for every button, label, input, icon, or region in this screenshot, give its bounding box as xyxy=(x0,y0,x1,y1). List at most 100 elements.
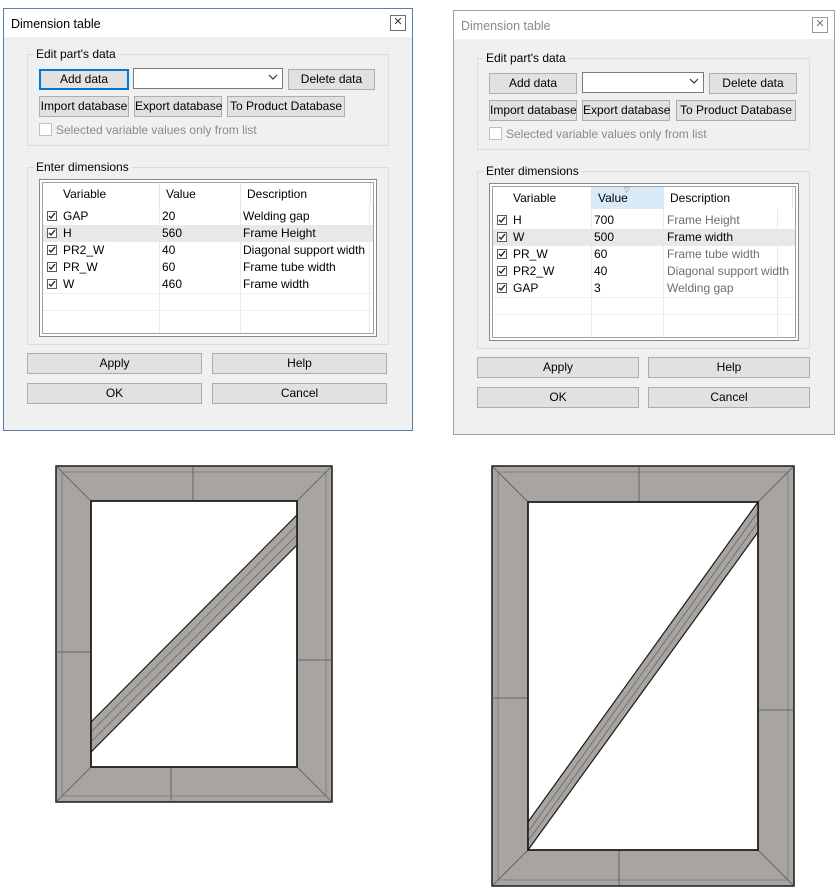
add-data-button[interactable]: Add data xyxy=(489,73,577,94)
table-row[interactable]: PR2_W 40 Diagonal support width xyxy=(493,263,795,280)
sort-indicator-icon: ▽ xyxy=(624,187,630,194)
title-bar[interactable]: Dimension table ✕ xyxy=(454,11,834,39)
variable-cell: H xyxy=(513,213,522,227)
value-cell[interactable]: 3 xyxy=(594,280,601,297)
row-checkbox[interactable] xyxy=(47,245,57,255)
table-row[interactable]: PR_W 60 Frame tube width xyxy=(43,259,373,276)
variable-cell: H xyxy=(63,226,72,240)
import-database-button[interactable]: Import database xyxy=(39,96,129,117)
row-divider xyxy=(43,293,373,294)
selected-only-checkbox[interactable]: Selected variable values only from list xyxy=(489,127,707,141)
row-checkbox[interactable] xyxy=(47,262,57,272)
data-combo[interactable] xyxy=(582,72,704,93)
table-row[interactable]: PR2_W 40 Diagonal support width xyxy=(43,242,373,259)
row-checkbox[interactable] xyxy=(47,279,57,289)
description-cell: Frame Height xyxy=(667,213,740,227)
value-cell[interactable]: 40 xyxy=(162,242,175,259)
table-row[interactable]: GAP 3 Welding gap xyxy=(493,280,795,297)
row-checkbox[interactable] xyxy=(497,266,507,276)
value-cell[interactable]: 20 xyxy=(162,208,175,225)
to-product-database-button[interactable]: To Product Database xyxy=(227,96,345,117)
dimension-table-dialog-right: Dimension table ✕ Edit part's data Add d… xyxy=(453,10,835,435)
row-checkbox[interactable] xyxy=(47,228,57,238)
variable-cell: W xyxy=(63,277,75,291)
table-row[interactable]: W 460 Frame width xyxy=(43,276,373,293)
diagonal-support xyxy=(90,513,298,754)
value-cell[interactable]: 560 xyxy=(162,225,182,242)
export-database-button[interactable]: Export database xyxy=(134,96,222,117)
value-cell[interactable]: 500 xyxy=(594,229,614,246)
table-row[interactable]: H 560 Frame Height xyxy=(43,225,373,242)
description-cell: Frame width xyxy=(667,230,734,244)
variable-cell: PR2_W xyxy=(63,243,105,257)
column-header-value[interactable]: ▽ Value xyxy=(592,187,664,209)
delete-data-button[interactable]: Delete data xyxy=(288,69,375,90)
table-row[interactable]: W 500 Frame width xyxy=(493,229,795,246)
dialog-title: Dimension table xyxy=(461,19,551,33)
help-button[interactable]: Help xyxy=(212,353,387,374)
description-cell: Welding gap xyxy=(243,209,310,223)
ok-button[interactable]: OK xyxy=(27,383,202,404)
variable-cell: W xyxy=(513,230,525,244)
variable-cell: PR2_W xyxy=(513,264,555,278)
data-combo[interactable] xyxy=(133,68,283,89)
apply-button[interactable]: Apply xyxy=(477,357,639,378)
column-header-value[interactable]: Value xyxy=(160,183,241,205)
value-cell[interactable]: 700 xyxy=(594,212,614,229)
row-checkbox[interactable] xyxy=(497,249,507,259)
close-icon[interactable]: ✕ xyxy=(390,15,406,31)
grid-body: Variable ▽ Value Description H 700 Frame… xyxy=(492,186,796,338)
table-row[interactable]: PR_W 60 Frame tube width xyxy=(493,246,795,263)
group-label: Enter dimensions xyxy=(484,164,581,178)
description-cell: Diagonal support width xyxy=(667,264,790,278)
delete-data-button[interactable]: Delete data xyxy=(709,73,797,94)
value-cell[interactable]: 60 xyxy=(162,259,175,276)
selected-only-label: Selected variable values only from list xyxy=(506,127,707,141)
row-checkbox[interactable] xyxy=(497,283,507,293)
column-header-variable[interactable]: Variable xyxy=(43,183,160,205)
row-checkbox[interactable] xyxy=(497,232,507,242)
description-cell: Welding gap xyxy=(667,281,734,295)
export-database-button[interactable]: Export database xyxy=(582,100,670,121)
description-cell: Frame tube width xyxy=(667,247,760,261)
chevron-down-icon xyxy=(268,74,278,80)
ok-button[interactable]: OK xyxy=(477,387,639,408)
row-checkbox[interactable] xyxy=(497,215,507,225)
chevron-down-icon xyxy=(689,78,699,84)
cancel-button[interactable]: Cancel xyxy=(212,383,387,404)
import-database-button[interactable]: Import database xyxy=(489,100,577,121)
close-icon[interactable]: ✕ xyxy=(812,17,828,33)
help-button[interactable]: Help xyxy=(648,357,810,378)
table-row[interactable]: H 700 Frame Height xyxy=(493,212,795,229)
table-row[interactable]: GAP 20 Welding gap xyxy=(43,208,373,225)
to-product-database-button[interactable]: To Product Database xyxy=(676,100,796,121)
dimensions-grid[interactable]: Variable Value Description GAP 20 Weldin… xyxy=(39,179,377,337)
value-cell[interactable]: 460 xyxy=(162,276,182,293)
variable-cell: GAP xyxy=(513,281,539,295)
add-data-button[interactable]: Add data xyxy=(39,69,129,90)
value-cell[interactable]: 60 xyxy=(594,246,607,263)
row-checkbox[interactable] xyxy=(47,211,57,221)
description-cell: Frame Height xyxy=(243,226,316,240)
cancel-button[interactable]: Cancel xyxy=(648,387,810,408)
variable-cell: GAP xyxy=(63,209,89,223)
selected-only-label: Selected variable values only from list xyxy=(56,123,257,137)
selected-only-checkbox[interactable]: Selected variable values only from list xyxy=(39,123,257,137)
column-header-description[interactable]: Description xyxy=(664,187,793,209)
group-label: Edit part's data xyxy=(484,51,568,65)
dimension-table-dialog-left: Dimension table ✕ Edit part's data Add d… xyxy=(3,8,413,431)
description-cell: Frame width xyxy=(243,277,310,291)
grid-body: Variable Value Description GAP 20 Weldin… xyxy=(42,182,374,334)
row-divider xyxy=(493,314,795,315)
dimensions-grid[interactable]: Variable ▽ Value Description H 700 Frame… xyxy=(489,183,799,341)
variable-cell: PR_W xyxy=(63,260,98,274)
column-header-description[interactable]: Description xyxy=(241,183,371,205)
checkbox-box xyxy=(489,127,502,140)
apply-button[interactable]: Apply xyxy=(27,353,202,374)
column-header-variable[interactable]: Variable xyxy=(493,187,592,209)
row-divider xyxy=(43,310,373,311)
value-cell[interactable]: 40 xyxy=(594,263,607,280)
description-cell: Diagonal support width xyxy=(243,243,366,257)
frame-drawing-right xyxy=(491,465,795,887)
title-bar[interactable]: Dimension table ✕ xyxy=(4,9,412,37)
